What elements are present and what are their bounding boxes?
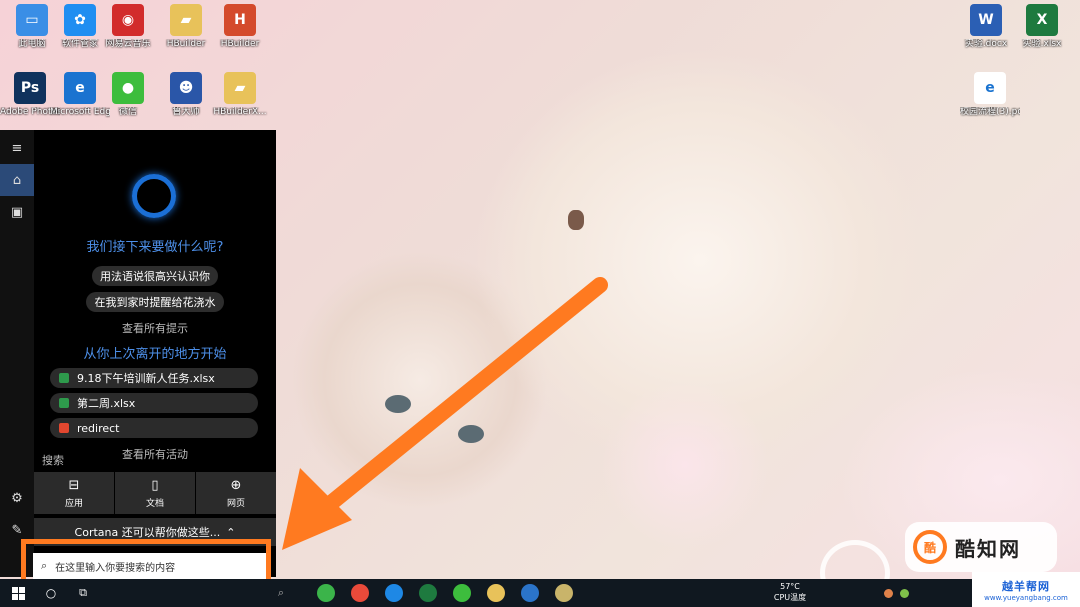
taskbar-app-explorer[interactable] [482, 579, 510, 607]
taskbar-app-app[interactable] [550, 579, 578, 607]
app-icon [317, 584, 335, 602]
task-view-button[interactable]: ⧉ [72, 579, 94, 607]
watermark-site-url: www.yueyangbang.com [984, 593, 1068, 602]
cpu-temp-value: 57°C [780, 582, 800, 591]
orange-arrow [282, 277, 608, 550]
watermark-kuzhi: 酷 酷知网 [905, 522, 1057, 572]
taskbar-app-mail[interactable] [516, 579, 544, 607]
app-icon [521, 584, 539, 602]
tray-icon[interactable] [898, 579, 910, 607]
app-icon [351, 584, 369, 602]
watermark-site: 越羊帮网 www.yueyangbang.com [972, 572, 1080, 607]
taskbar-app-wechat[interactable] [448, 579, 476, 607]
search-icon: ⌕ [277, 586, 285, 599]
watermark-logo-icon: 酷 [913, 530, 947, 564]
taskbar-app-chrome[interactable] [312, 579, 340, 607]
taskbar: ○ ⧉ ⌕ 57°C CPU温度 [0, 579, 1080, 607]
cpu-temp-widget[interactable]: 57°C CPU温度 [770, 581, 810, 603]
watermark-brand: 酷知网 [955, 536, 1021, 561]
cpu-temp-label: CPU温度 [773, 593, 807, 602]
start-button[interactable] [6, 579, 30, 607]
app-icon [385, 584, 403, 602]
app-icon [487, 584, 505, 602]
app-icon [419, 584, 437, 602]
app-icon [555, 584, 573, 602]
taskbar-app-chrome2[interactable] [346, 579, 374, 607]
taskbar-app-sogou[interactable] [380, 579, 408, 607]
taskbar-search-button[interactable]: ⌕ [270, 579, 292, 607]
task-view-icon: ⧉ [79, 586, 87, 599]
tray-icon[interactable] [882, 579, 894, 607]
cortana-taskbar-button[interactable]: ○ [40, 579, 62, 607]
cortana-circle-icon: ○ [45, 586, 57, 600]
taskbar-app-excel[interactable] [414, 579, 442, 607]
app-icon [453, 584, 471, 602]
windows-logo-icon [11, 586, 25, 600]
watermark-site-name: 越羊帮网 [1002, 579, 1050, 593]
